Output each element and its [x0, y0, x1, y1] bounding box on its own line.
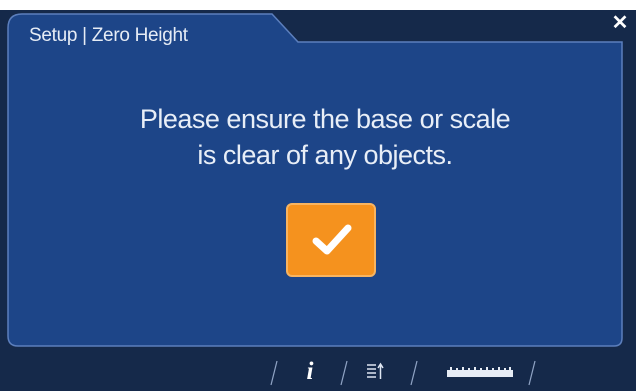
info-icon[interactable]: i: [300, 359, 320, 385]
instruction-text-line-1: Please ensure the base or scale: [139, 104, 511, 134]
bottom-toolbar: i: [0, 352, 636, 391]
checkmark-icon: [312, 224, 352, 255]
close-icon: ✕: [611, 12, 629, 34]
sort-icon[interactable]: [366, 362, 384, 382]
instruction-text-line-2: is clear of any objects.: [197, 140, 453, 170]
dialog-title: Setup | Zero Height: [29, 25, 188, 46]
confirm-button[interactable]: [286, 203, 376, 277]
close-button[interactable]: ✕: [609, 12, 631, 34]
toolbar-separator: [410, 360, 418, 386]
toolbar-separator: [528, 360, 536, 386]
toolbar-separator: [340, 360, 348, 386]
ruler-icon[interactable]: [446, 366, 514, 378]
toolbar-separator: [270, 360, 278, 386]
dialog-panel: [7, 13, 623, 347]
zero-height-screen: Setup | Zero Height ✕ Please ensure the …: [0, 0, 636, 391]
